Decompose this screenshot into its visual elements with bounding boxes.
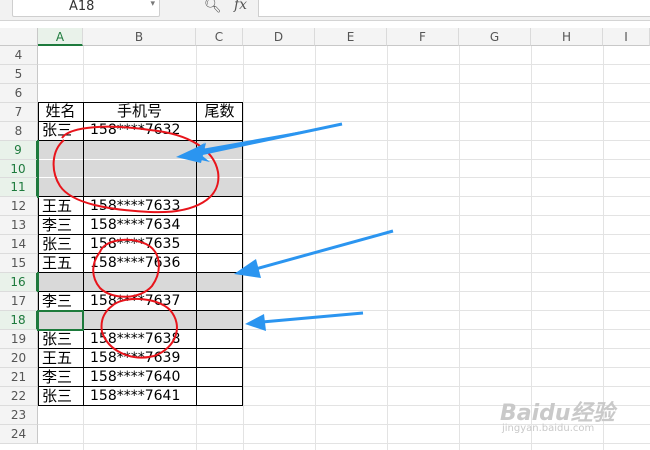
column-header-h[interactable]: H [531,28,603,46]
selection-edge [37,272,39,292]
row-header-13[interactable]: 13 [0,216,38,235]
cell-phone[interactable]: 158****7633 [90,197,180,216]
column-header-e[interactable]: E [315,28,387,46]
cell-name[interactable]: 王五 [42,349,72,368]
cell-phone[interactable]: 158****7635 [90,235,180,254]
row-header-20[interactable]: 20 [0,349,38,368]
row-header-4[interactable]: 4 [0,46,38,65]
row-header-24[interactable]: 24 [0,425,38,444]
name-box[interactable]: A18 ▾ [12,0,160,17]
column-header-c[interactable]: C [196,28,243,46]
cell-name[interactable]: 李三 [42,368,72,387]
row-header-5[interactable]: 5 [0,65,38,84]
name-box-value: A18 [69,0,95,14]
cell-phone[interactable]: 158****7641 [90,387,180,406]
cell-name[interactable]: 王五 [42,254,72,273]
selection-edge [37,140,39,198]
row-header-14[interactable]: 14 [0,235,38,254]
active-cell-a18[interactable] [37,310,84,331]
cell-name[interactable]: 李三 [42,216,72,235]
row-header-21[interactable]: 21 [0,368,38,387]
row-header-16[interactable]: 16 [0,273,38,292]
header-name[interactable]: 姓名 [38,102,83,121]
cell-phone[interactable]: 158****7637 [90,292,180,311]
header-phone[interactable]: 手机号 [83,102,196,121]
cell-name[interactable]: 李三 [42,292,72,311]
blue-arrow-annotation [251,229,394,272]
cell-phone[interactable]: 158****7639 [90,349,180,368]
cell-phone[interactable]: 158****7632 [90,121,180,140]
row-header-18[interactable]: 18 [0,311,38,330]
zoom-icon[interactable]: 🔍︎ [204,0,222,14]
column-header-g[interactable]: G [459,28,531,46]
cell-phone[interactable]: 158****7634 [90,216,180,235]
column-header-b[interactable]: B [83,28,196,46]
chevron-down-icon[interactable]: ▾ [150,0,155,9]
row-header-12[interactable]: 12 [0,197,38,216]
row-header-11[interactable]: 11 [0,178,38,197]
formula-input[interactable] [258,0,650,17]
blue-arrow-annotation [261,311,364,324]
row-header-10[interactable]: 10 [0,160,38,178]
row-header-15[interactable]: 15 [0,254,38,273]
row-header-6[interactable]: 6 [0,84,38,103]
formula-bar: A18 ▾ 🔍︎ fx [0,0,650,21]
select-all-corner[interactable] [0,28,38,46]
cell-phone[interactable]: 158****7636 [90,254,180,273]
column-header-a[interactable]: A [38,28,83,46]
cell-phone[interactable]: 158****7638 [90,330,180,349]
row-header-8[interactable]: 8 [0,122,38,141]
row-header-19[interactable]: 19 [0,330,38,349]
row-header-23[interactable]: 23 [0,406,38,425]
column-header-f[interactable]: F [387,28,459,46]
header-tail[interactable]: 尾数 [196,102,243,121]
column-header-d[interactable]: D [243,28,315,46]
row-header-9[interactable]: 9 [0,141,38,160]
fx-icon[interactable]: fx [234,0,247,13]
cell-name[interactable]: 王五 [42,197,72,216]
cell-name[interactable]: 张三 [42,387,72,406]
row-header-7[interactable]: 7 [0,103,38,122]
cell-name[interactable]: 张三 [42,121,72,140]
row-header-17[interactable]: 17 [0,292,38,311]
cell-name[interactable]: 张三 [42,235,72,254]
column-header-i[interactable]: I [603,28,650,46]
cell-name[interactable]: 张三 [42,330,72,349]
cell-phone[interactable]: 158****7640 [90,368,180,387]
watermark-url: jingyan.baidu.com [502,423,595,434]
row-header-22[interactable]: 22 [0,387,38,406]
